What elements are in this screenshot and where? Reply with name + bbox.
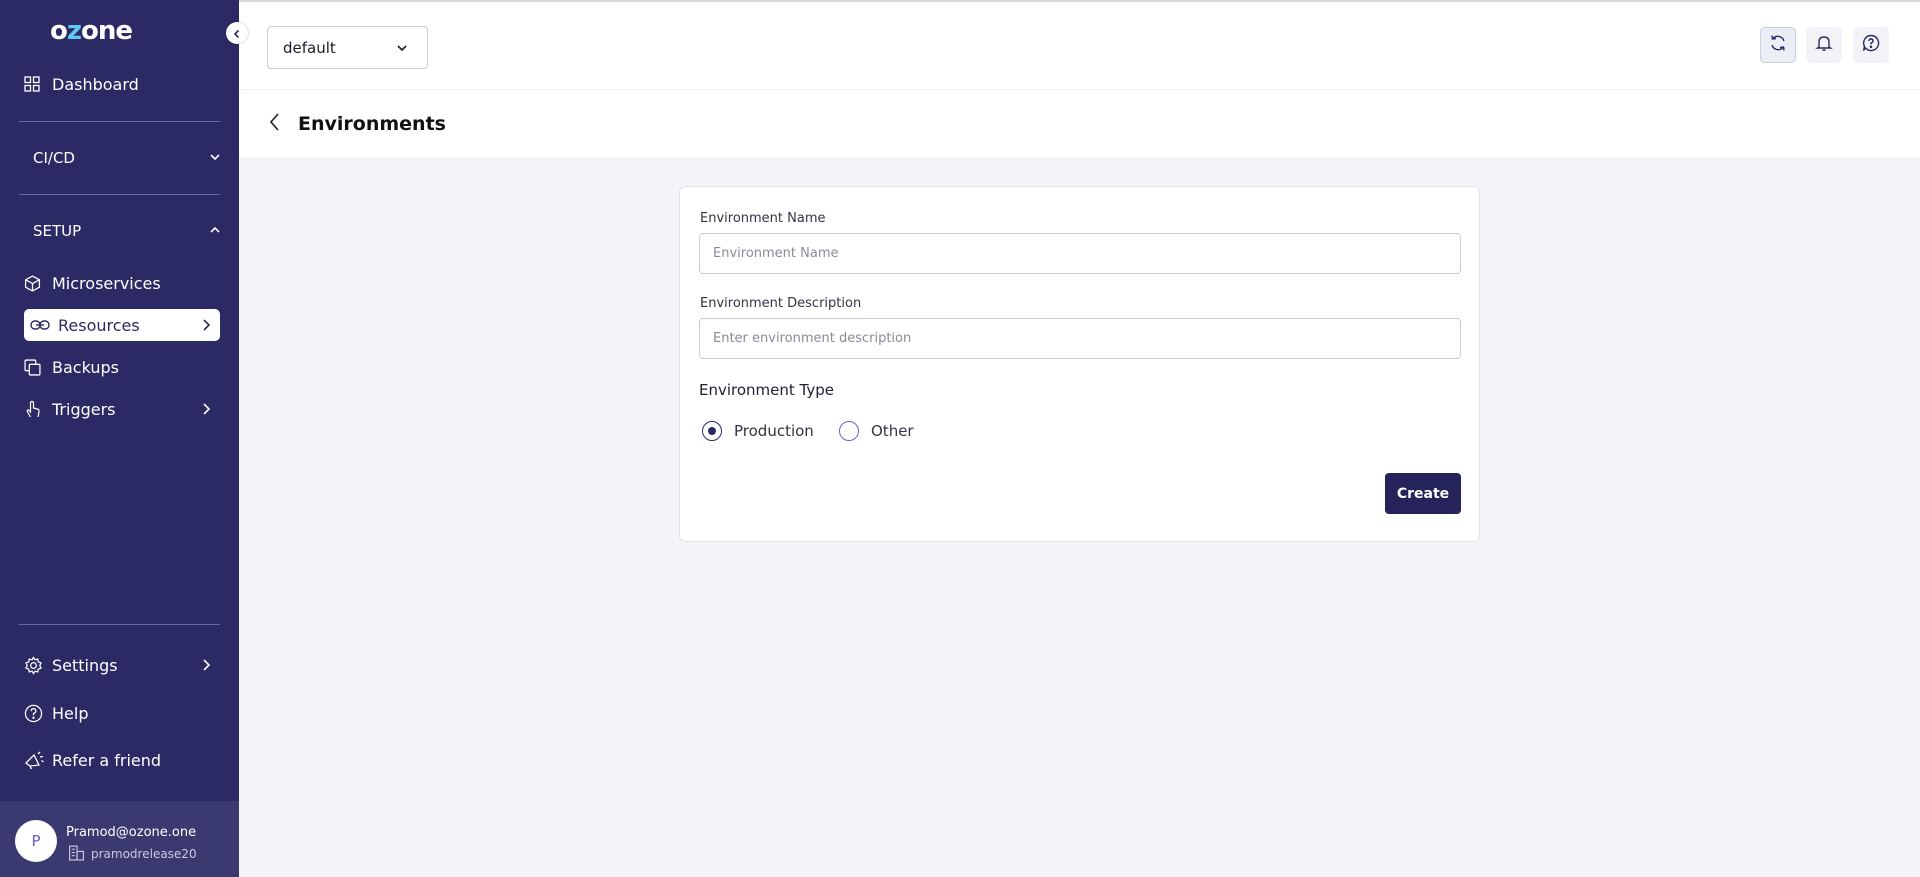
sidebar-item-dashboard[interactable]: Dashboard xyxy=(24,68,220,100)
environment-description-input[interactable] xyxy=(699,318,1461,359)
sidebar-item-label: Dashboard xyxy=(52,74,139,94)
link-icon xyxy=(30,319,58,331)
back-button[interactable] xyxy=(268,112,284,132)
top-bar: default xyxy=(239,4,1920,90)
environment-form-card: Environment Name Environment Description… xyxy=(679,186,1480,542)
radio-other-label: Other xyxy=(871,422,914,440)
sidebar-section-setup[interactable]: SETUP xyxy=(33,222,223,240)
megaphone-icon xyxy=(24,751,52,770)
environment-description-label: Environment Description xyxy=(700,296,862,311)
copy-icon xyxy=(24,358,52,376)
radio-other[interactable]: Other xyxy=(839,421,914,441)
radio-button-checked[interactable] xyxy=(702,421,722,441)
section-label: CI/CD xyxy=(33,149,75,167)
sidebar-section-cicd[interactable]: CI/CD xyxy=(33,149,223,167)
sidebar-item-triggers[interactable]: Triggers xyxy=(24,393,220,425)
chevron-up-icon xyxy=(209,222,221,240)
sidebar-divider xyxy=(19,624,220,625)
sidebar: ozone Dashboard CI/CD SETUP Microservice… xyxy=(0,0,239,877)
support-button[interactable] xyxy=(1853,27,1889,63)
chevron-left-icon xyxy=(232,24,242,43)
sidebar-collapse-button[interactable] xyxy=(226,22,248,44)
namespace-select[interactable]: default xyxy=(267,26,428,69)
sidebar-item-label: Backups xyxy=(52,357,119,377)
bell-icon xyxy=(1815,34,1833,56)
sidebar-divider xyxy=(19,194,220,195)
sidebar-item-backups[interactable]: Backups xyxy=(24,351,220,383)
chevron-right-icon xyxy=(200,657,212,676)
create-button[interactable]: Create xyxy=(1385,473,1461,514)
logo-accent: z xyxy=(66,16,82,46)
chevron-left-icon xyxy=(268,113,282,136)
logo-prefix: o xyxy=(50,16,68,46)
environment-name-input[interactable] xyxy=(699,233,1461,274)
environment-name-label: Environment Name xyxy=(700,211,826,226)
avatar: P xyxy=(15,820,57,862)
user-profile-panel[interactable]: P Pramod@ozone.one pramodrelease20 xyxy=(0,801,239,877)
sidebar-item-help[interactable]: Help xyxy=(24,697,220,729)
sidebar-item-microservices[interactable]: Microservices xyxy=(24,267,220,299)
building-icon xyxy=(68,844,85,864)
sidebar-item-label: Microservices xyxy=(52,273,161,293)
sidebar-divider xyxy=(19,121,220,122)
grid-icon xyxy=(24,76,52,92)
cube-icon xyxy=(24,274,52,292)
radio-button-unchecked[interactable] xyxy=(839,421,859,441)
radio-production[interactable]: Production xyxy=(702,421,814,441)
namespace-select-value: default xyxy=(283,38,336,57)
logo-suffix: one xyxy=(81,16,133,46)
chevron-right-icon xyxy=(200,401,212,420)
sidebar-item-label: Refer a friend xyxy=(52,750,162,770)
refresh-button[interactable] xyxy=(1760,27,1796,63)
environment-type-label: Environment Type xyxy=(699,381,834,399)
chevron-down-icon xyxy=(209,149,221,167)
sidebar-item-resources[interactable]: Resources xyxy=(24,309,220,341)
page-title: Environments xyxy=(298,113,446,135)
user-org-label: pramodrelease20 xyxy=(91,847,197,861)
user-org: pramodrelease20 xyxy=(68,844,197,864)
chevron-right-icon xyxy=(200,317,212,336)
sidebar-item-label: Resources xyxy=(58,315,140,335)
hand-pointer-icon xyxy=(24,400,52,418)
sidebar-item-settings[interactable]: Settings xyxy=(24,649,220,681)
sidebar-item-label: Triggers xyxy=(52,399,116,419)
help-circle-icon xyxy=(24,704,52,723)
chevron-down-icon xyxy=(395,41,409,59)
refresh-icon xyxy=(1768,33,1788,57)
radio-production-label: Production xyxy=(734,422,814,440)
notifications-button[interactable] xyxy=(1806,27,1842,63)
page-header: Environments xyxy=(239,90,1920,157)
sidebar-item-label: Settings xyxy=(52,655,118,675)
question-chat-icon xyxy=(1862,34,1880,56)
ozone-logo[interactable]: ozone xyxy=(50,16,133,46)
gear-icon xyxy=(24,655,52,675)
section-label: SETUP xyxy=(33,222,82,240)
user-email: Pramod@ozone.one xyxy=(66,825,197,840)
sidebar-item-refer[interactable]: Refer a friend xyxy=(24,744,220,776)
sidebar-item-label: Help xyxy=(52,703,89,723)
